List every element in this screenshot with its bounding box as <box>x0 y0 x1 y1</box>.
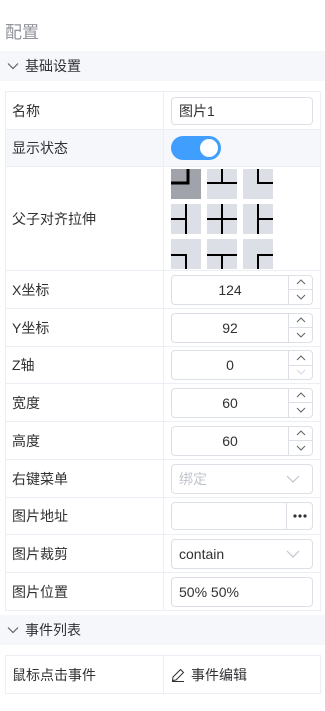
chevron-down-icon <box>7 63 19 70</box>
height-increment-button[interactable] <box>289 427 312 441</box>
chevron-up-icon <box>296 392 305 398</box>
chevron-up-icon <box>296 279 305 285</box>
x-number-input[interactable]: 124 <box>171 274 313 305</box>
z-number-input[interactable]: 0 <box>171 350 313 380</box>
chevron-down-icon <box>296 445 305 451</box>
z-increment-button[interactable] <box>289 351 312 366</box>
y-decrement-button[interactable] <box>289 328 312 342</box>
align-grid <box>171 168 273 269</box>
align-top-right-icon <box>257 168 273 184</box>
switch-knob <box>200 139 218 157</box>
align-bottom-right[interactable] <box>243 238 273 269</box>
y-label: Y坐标 <box>6 309 164 346</box>
row-name: 名称 图片1 <box>6 92 320 130</box>
image-fit-select[interactable]: contain <box>171 538 313 569</box>
edit-event-button[interactable]: 事件编辑 <box>171 665 247 685</box>
section-events-header[interactable]: 事件列表 <box>0 615 325 645</box>
align-bottom-right-icon <box>257 253 273 269</box>
z-label: Z轴 <box>6 347 164 383</box>
x-label: X坐标 <box>6 271 164 308</box>
chevron-down-icon <box>296 332 305 338</box>
image-url-field[interactable] <box>172 503 286 529</box>
z-decrement-button[interactable] <box>289 366 312 380</box>
image-position-input[interactable]: 50% 50% <box>171 576 313 607</box>
width-number-input[interactable]: 60 <box>171 387 313 418</box>
row-visible: 显示状态 <box>6 130 320 167</box>
align-middle-left[interactable] <box>171 203 201 234</box>
x-increment-button[interactable] <box>289 276 312 290</box>
align-bottom-center[interactable] <box>207 238 237 269</box>
align-top-left-icon <box>171 168 190 184</box>
align-label: 父子对齐拉伸 <box>6 167 164 270</box>
events-table: 鼠标点击事件 事件编辑 <box>5 655 321 694</box>
chevron-down-icon <box>286 475 300 483</box>
edit-pen-icon <box>171 668 185 682</box>
x-decrement-button[interactable] <box>289 290 312 304</box>
height-decrement-button[interactable] <box>289 441 312 455</box>
chevron-down-icon <box>286 550 300 558</box>
edit-event-label: 事件编辑 <box>191 666 247 683</box>
image-position-label: 图片位置 <box>6 573 164 610</box>
chevron-down-icon <box>296 294 305 300</box>
section-events-label: 事件列表 <box>25 622 81 638</box>
section-basic-header[interactable]: 基础设置 <box>0 51 325 81</box>
y-number-input[interactable]: 92 <box>171 312 313 343</box>
click-event-label: 鼠标点击事件 <box>6 656 164 693</box>
align-bottom-left-icon <box>171 253 187 269</box>
row-context-menu: 右键菜单 绑定 <box>6 460 320 498</box>
row-z: Z轴 0 <box>6 347 320 384</box>
image-url-label: 图片地址 <box>6 498 164 534</box>
align-center[interactable] <box>207 203 237 234</box>
row-image-fit: 图片裁剪 contain <box>6 535 320 573</box>
image-fit-label: 图片裁剪 <box>6 535 164 572</box>
row-image-url: 图片地址 <box>6 498 320 535</box>
row-image-position: 图片位置 50% 50% <box>6 573 320 611</box>
chevron-down-icon <box>296 407 305 413</box>
height-number-input[interactable]: 60 <box>171 425 313 456</box>
row-width: 宽度 60 <box>6 384 320 422</box>
row-x: X坐标 124 <box>6 271 320 309</box>
context-menu-placeholder: 绑定 <box>179 470 207 487</box>
align-bottom-left[interactable] <box>171 238 201 269</box>
context-menu-select[interactable]: 绑定 <box>171 463 313 494</box>
name-input[interactable]: 图片1 <box>171 96 313 125</box>
align-center-icon <box>207 203 237 234</box>
align-top-center-icon <box>207 168 237 184</box>
image-url-input[interactable] <box>171 502 313 530</box>
width-increment-button[interactable] <box>289 389 312 403</box>
chevron-down-icon <box>296 369 305 375</box>
chevron-up-icon <box>296 430 305 436</box>
visible-label: 显示状态 <box>6 130 164 166</box>
more-dots-icon[interactable] <box>286 503 312 529</box>
row-y: Y坐标 92 <box>6 309 320 347</box>
section-basic-label: 基础设置 <box>25 58 81 74</box>
width-label: 宽度 <box>6 384 164 421</box>
visible-switch[interactable] <box>171 136 221 160</box>
basic-props-table: 名称 图片1 显示状态 父子对齐拉伸 X坐标 124 Y坐标 92 Z轴 0 宽… <box>5 91 321 611</box>
name-label: 名称 <box>6 92 164 129</box>
align-middle-left-icon <box>171 203 187 234</box>
align-middle-right[interactable] <box>243 203 273 234</box>
align-middle-right-icon <box>257 203 273 234</box>
chevron-up-icon <box>296 355 305 361</box>
align-top-center[interactable] <box>207 168 237 199</box>
row-align: 父子对齐拉伸 <box>6 167 320 271</box>
y-increment-button[interactable] <box>289 314 312 328</box>
width-decrement-button[interactable] <box>289 403 312 417</box>
row-click-event: 鼠标点击事件 事件编辑 <box>6 656 320 694</box>
align-top-left[interactable] <box>171 168 201 199</box>
panel-title: 配置 <box>5 23 39 42</box>
chevron-down-icon <box>7 627 19 634</box>
align-top-right[interactable] <box>243 168 273 199</box>
image-fit-value: contain <box>179 545 225 562</box>
chevron-up-icon <box>296 317 305 323</box>
height-label: 高度 <box>6 422 164 459</box>
align-bottom-center-icon <box>207 253 237 269</box>
context-menu-label: 右键菜单 <box>6 460 164 497</box>
row-height: 高度 60 <box>6 422 320 460</box>
